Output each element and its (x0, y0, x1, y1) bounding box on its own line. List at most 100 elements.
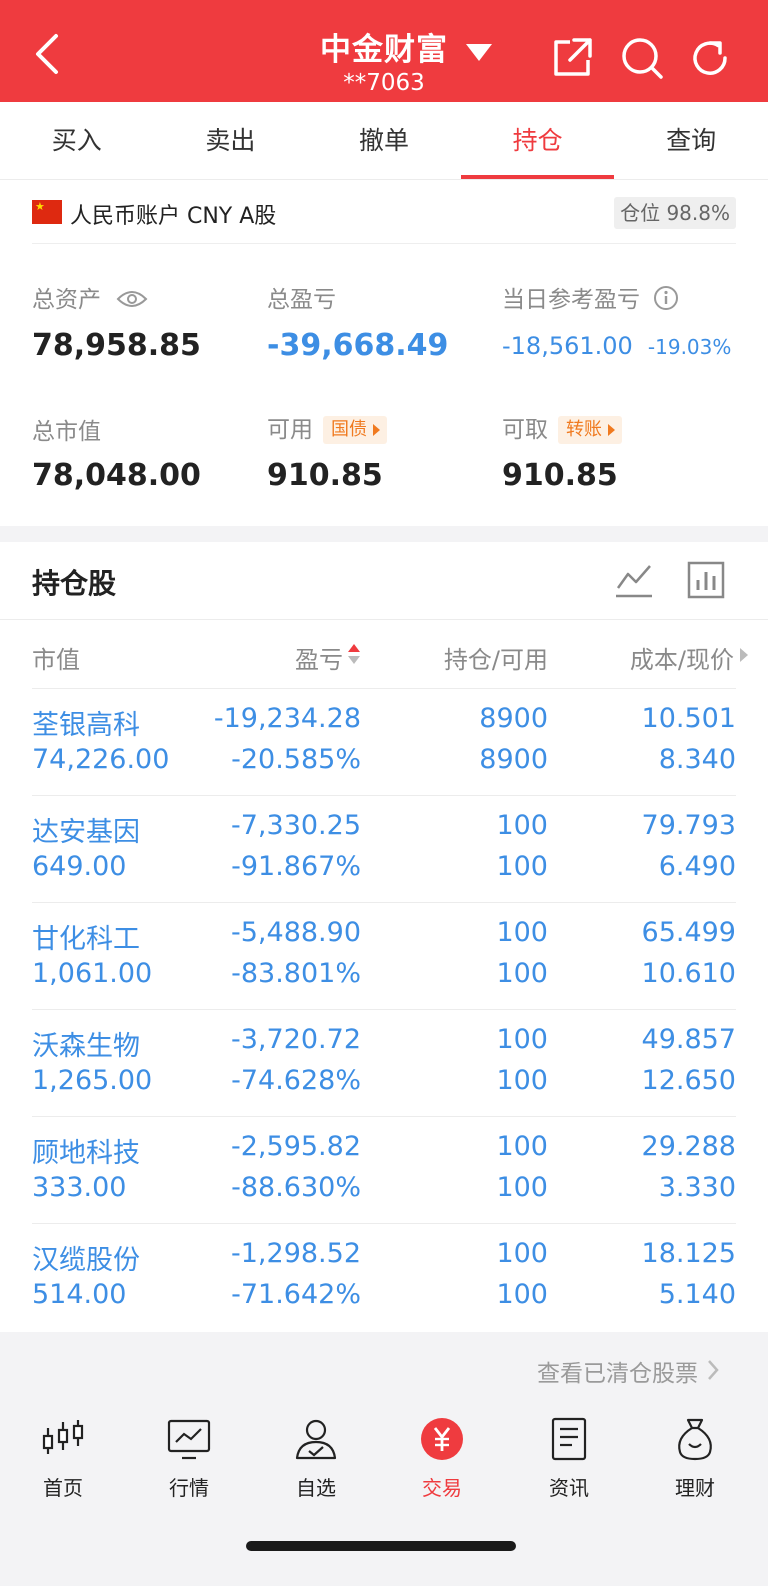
tab-buy[interactable]: 买入 (0, 102, 154, 179)
eye-icon[interactable] (116, 289, 148, 309)
total-assets-label: 总资产 (32, 280, 148, 314)
nav-news-label: 资讯 (549, 1476, 589, 1500)
home-indicator[interactable] (246, 1541, 516, 1551)
col-position-available[interactable]: 持仓/可用 (444, 640, 548, 675)
stock-cost: 79.793 (641, 810, 736, 841)
view-cleared-stocks-link[interactable]: 查看已清仓股票 (537, 1354, 698, 1388)
chevron-right-icon[interactable] (706, 1358, 720, 1382)
holding-row[interactable]: 顾地科技 333.00 -2,595.82 -88.630% 100 100 2… (32, 1116, 736, 1223)
app-header: 中金财富 **7063 (0, 0, 768, 102)
account-row: ★ 人民币账户 CNY A股 仓位 98.8% (32, 194, 736, 244)
market-value-value: 78,048.00 (32, 458, 201, 493)
account-type-label: 人民币账户 CNY A股 (70, 204, 277, 229)
nav-market[interactable]: 行情 (134, 1416, 244, 1501)
nav-wealth[interactable]: 理财 (640, 1416, 750, 1501)
line-chart-icon[interactable] (614, 560, 654, 600)
holding-row[interactable]: 汉缆股份 514.00 -1,298.52 -71.642% 100 100 1… (32, 1223, 736, 1330)
nav-news[interactable]: 资讯 (514, 1416, 624, 1501)
stock-pl: -1,298.52 (231, 1238, 361, 1269)
stock-pl-percent: -83.801% (231, 958, 361, 989)
stock-market-value: 333.00 (32, 1172, 127, 1203)
col-cost-price[interactable]: 成本/现价 (630, 640, 734, 675)
market-chart-icon (167, 1419, 211, 1460)
trade-tabs: 买入 卖出 撤单 持仓 查询 (0, 102, 768, 180)
china-flag-icon: ★ (32, 200, 62, 224)
account-summary: ★ 人民币账户 CNY A股 仓位 98.8% 总资产 78,958.85 总盈… (0, 180, 768, 526)
stock-market-value: 514.00 (32, 1279, 127, 1310)
total-assets-label-text: 总资产 (32, 287, 101, 313)
stock-pl-percent: -91.867% (231, 851, 361, 882)
daily-pl-value: -18,561.00 (502, 332, 633, 360)
tab-positions[interactable]: 持仓 (460, 102, 615, 179)
withdrawable-label-text: 可取 (502, 417, 548, 443)
info-icon[interactable] (653, 285, 679, 311)
broker-title: 中金财富 (320, 32, 448, 68)
yuan-circle-icon (421, 1418, 463, 1460)
stock-market-value: 1,265.00 (32, 1065, 153, 1096)
stock-available: 100 (496, 1279, 548, 1310)
share-icon[interactable] (550, 36, 594, 80)
search-icon[interactable] (620, 36, 664, 80)
transfer-tag[interactable]: 转账 (558, 416, 622, 444)
holding-row[interactable]: 荃银高科 74,226.00 -19,234.28 -20.585% 8900 … (32, 688, 736, 795)
candlestick-icon (42, 1420, 84, 1454)
holding-row[interactable]: 沃森生物 1,265.00 -3,720.72 -74.628% 100 100… (32, 1009, 736, 1116)
sort-icon[interactable] (347, 640, 361, 668)
nav-watchlist[interactable]: 自选 (261, 1416, 371, 1501)
position-ratio-badge: 仓位 98.8% (614, 197, 736, 229)
tab-query[interactable]: 查询 (614, 102, 768, 179)
daily-pl-percent: -19.03% (647, 335, 732, 359)
holdings-panel: 持仓股 市值 盈亏 持仓/可用 成本/现价 荃银高科 74,226.00 -19… (0, 542, 768, 1332)
stock-available: 8900 (479, 744, 548, 775)
available-label: 可用 国债 (267, 410, 387, 444)
stock-market-value: 649.00 (32, 851, 127, 882)
stock-name: 荃银高科 (32, 710, 140, 741)
available-label-text: 可用 (267, 417, 313, 443)
stock-pl: -19,234.28 (213, 703, 361, 734)
tab-sell[interactable]: 卖出 (154, 102, 308, 179)
withdrawable-label: 可取 转账 (502, 410, 622, 444)
holding-row[interactable]: 甘化科工 1,061.00 -5,488.90 -83.801% 100 100… (32, 902, 736, 1009)
stock-cost: 49.857 (641, 1024, 736, 1055)
holdings-divider (0, 619, 768, 620)
news-document-icon (551, 1417, 587, 1461)
stock-available: 100 (496, 1172, 548, 1203)
stock-name: 汉缆股份 (32, 1245, 140, 1276)
daily-pl-label: 当日参考盈亏 (502, 280, 679, 314)
stock-price: 6.490 (658, 851, 736, 882)
stock-price: 10.610 (641, 958, 736, 989)
available-value: 910.85 (267, 458, 383, 493)
daily-pl-label-text: 当日参考盈亏 (502, 287, 640, 313)
nav-trade[interactable]: 交易 (387, 1416, 497, 1501)
user-check-icon (295, 1419, 337, 1460)
nav-market-label: 行情 (169, 1476, 209, 1500)
nav-home[interactable]: 首页 (8, 1416, 118, 1501)
market-value-label: 总市值 (32, 419, 101, 445)
nav-wealth-label: 理财 (675, 1476, 715, 1500)
nav-watchlist-label: 自选 (296, 1476, 336, 1500)
bar-chart-icon[interactable] (686, 560, 726, 600)
stock-pl-percent: -74.628% (231, 1065, 361, 1096)
refresh-icon[interactable] (688, 36, 732, 80)
treasury-bond-tag[interactable]: 国债 (323, 416, 387, 444)
more-columns-arrow-icon[interactable] (740, 648, 748, 662)
withdrawable-value: 910.85 (502, 458, 618, 493)
stock-available: 100 (496, 958, 548, 989)
stock-position: 100 (496, 810, 548, 841)
stock-position: 100 (496, 917, 548, 948)
col-profit-loss[interactable]: 盈亏 (295, 640, 343, 675)
bottom-nav: 首页 行情 自选 交易 资讯 理财 (0, 1400, 768, 1586)
col-market-value[interactable]: 市值 (32, 640, 80, 675)
total-pl-label: 总盈亏 (267, 287, 336, 313)
stock-name: 顾地科技 (32, 1138, 140, 1169)
dropdown-caret-icon[interactable] (466, 44, 492, 61)
stock-price: 12.650 (641, 1065, 736, 1096)
stock-pl: -3,720.72 (231, 1024, 361, 1055)
holdings-title: 持仓股 (32, 567, 117, 600)
stock-pl-percent: -71.642% (231, 1279, 361, 1310)
tab-cancel-order[interactable]: 撤单 (307, 102, 461, 179)
stock-cost: 10.501 (641, 703, 736, 734)
holding-row[interactable]: 达安基因 649.00 -7,330.25 -91.867% 100 100 7… (32, 795, 736, 902)
stock-position: 100 (496, 1131, 548, 1162)
total-assets-value: 78,958.85 (32, 328, 201, 363)
